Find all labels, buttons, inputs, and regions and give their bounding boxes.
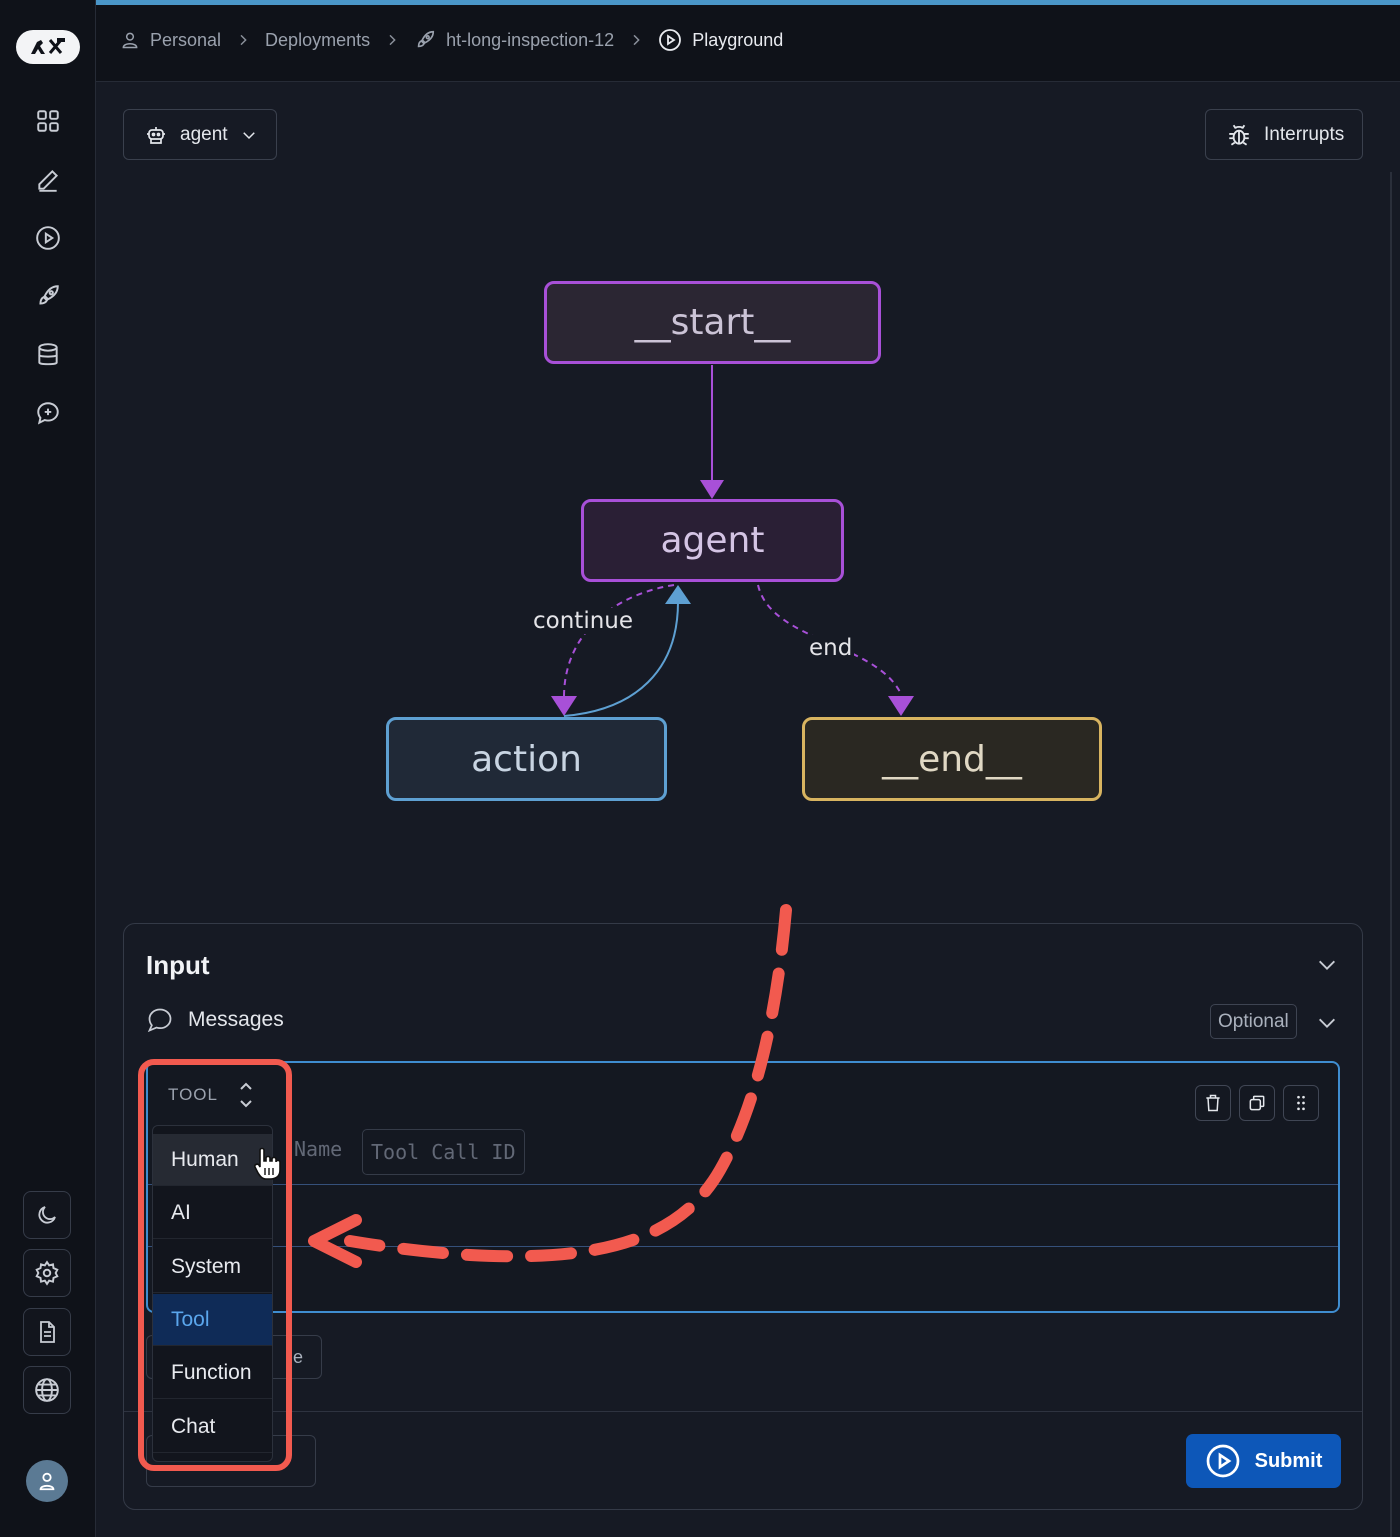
- arrowhead-icon: [551, 696, 577, 716]
- chat-plus-icon[interactable]: [30, 395, 66, 431]
- breadcrumb-personal[interactable]: Personal: [120, 30, 221, 51]
- breadcrumb-label: Personal: [150, 29, 222, 50]
- graph-edges: [551, 365, 914, 717]
- messages-collapse-button[interactable]: [1316, 1012, 1338, 1039]
- messages-label: Messages: [188, 1008, 284, 1031]
- arrowhead-icon: [888, 696, 914, 716]
- message-card: Name Tool Call ID: [146, 1061, 1340, 1313]
- edge-label-continue: continue: [531, 608, 636, 634]
- rocket-icon: [417, 30, 435, 48]
- chat-bubble-icon: [147, 1008, 172, 1033]
- name-field-placeholder[interactable]: Name: [294, 1137, 342, 1161]
- graph-node-action[interactable]: action: [386, 717, 667, 801]
- graph-canvas: __start__ agent action __end__ continue …: [96, 82, 1400, 882]
- avatar[interactable]: [26, 1460, 68, 1502]
- breadcrumb-deployments[interactable]: Deployments: [265, 30, 370, 51]
- breadcrumb-label: ht-long-inspection-12: [446, 29, 615, 50]
- breadcrumb-playground[interactable]: Playground: [658, 28, 783, 52]
- chevron-right-icon: [384, 32, 400, 48]
- breadcrumb: Personal Deployments ht-long-inspection-…: [120, 28, 783, 52]
- language-button[interactable]: [23, 1366, 71, 1414]
- tool-call-id-field[interactable]: Tool Call ID: [362, 1129, 525, 1175]
- rocket-icon[interactable]: [30, 278, 66, 314]
- submit-label: Submit: [1254, 1449, 1323, 1472]
- drag-dots-icon: [1297, 1095, 1305, 1111]
- user-icon: [39, 1472, 55, 1491]
- duplicate-message-button[interactable]: [1239, 1085, 1275, 1121]
- input-title: Input: [146, 950, 210, 980]
- graph-node-agent[interactable]: agent: [581, 499, 844, 582]
- optional-badge: Optional: [1210, 1004, 1297, 1039]
- app-logo[interactable]: [16, 30, 80, 64]
- message-card-actions: [1195, 1085, 1319, 1121]
- annotation-highlight-box: [138, 1059, 292, 1471]
- database-icon[interactable]: [30, 337, 66, 373]
- settings-button[interactable]: [23, 1249, 71, 1297]
- chevron-right-icon: [235, 32, 251, 48]
- breadcrumb-label: Deployments: [265, 29, 371, 50]
- divider: [148, 1246, 1338, 1247]
- globe-icon: [35, 1378, 59, 1402]
- chevron-down-icon: [1319, 1018, 1335, 1028]
- messages-field-header: Messages: [146, 1006, 284, 1034]
- submit-button[interactable]: Submit: [1186, 1434, 1341, 1488]
- play-circle-icon: [659, 29, 682, 51]
- edge-agent-action: [563, 584, 675, 698]
- docs-button[interactable]: [23, 1308, 71, 1356]
- top-accent-bar: [96, 0, 1400, 5]
- input-collapse-button[interactable]: [1316, 954, 1338, 981]
- divider: [124, 1411, 1362, 1412]
- app-root: Personal Deployments ht-long-inspection-…: [0, 0, 1400, 1537]
- input-panel: Input Messages Optional Name Tool Call I…: [123, 923, 1363, 1510]
- grid-icon[interactable]: [30, 103, 66, 139]
- play-circle-icon[interactable]: [30, 220, 66, 256]
- moon-icon: [38, 1206, 56, 1224]
- user-icon: [122, 32, 138, 49]
- drag-handle[interactable]: [1283, 1085, 1319, 1121]
- edge-label-end: end: [807, 635, 855, 661]
- divider: [148, 1184, 1338, 1185]
- sidebar: [0, 0, 96, 1537]
- breadcrumb-label: Playground: [692, 29, 784, 50]
- play-circle-icon: [1206, 1444, 1239, 1478]
- arrowhead-icon: [665, 585, 691, 604]
- arrowhead-icon: [700, 480, 724, 499]
- chevron-right-icon: [628, 32, 644, 48]
- logo-icon: [31, 38, 65, 54]
- top-bar: Personal Deployments ht-long-inspection-…: [96, 0, 1400, 82]
- document-icon: [40, 1321, 55, 1343]
- graph-node-start[interactable]: __start__: [544, 281, 881, 364]
- gear-icon: [35, 1260, 59, 1286]
- graph-node-end[interactable]: __end__: [802, 717, 1102, 801]
- delete-message-button[interactable]: [1195, 1085, 1231, 1121]
- trash-icon: [1206, 1094, 1220, 1112]
- chevron-down-icon: [1319, 960, 1335, 970]
- copy-icon: [1249, 1095, 1265, 1111]
- pencil-icon[interactable]: [30, 162, 66, 198]
- breadcrumb-deployment[interactable]: ht-long-inspection-12: [414, 29, 614, 51]
- theme-toggle-button[interactable]: [23, 1191, 71, 1239]
